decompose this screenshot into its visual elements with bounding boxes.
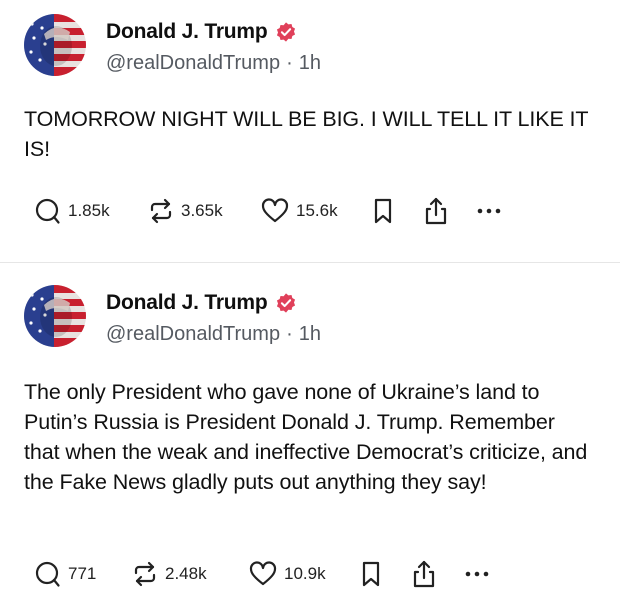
separator-dot: ·: [286, 323, 293, 345]
repost-button[interactable]: 2.48k: [131, 560, 248, 588]
avatar[interactable]: [24, 285, 86, 347]
post[interactable]: Donald J. Trump @realDonaldTrump · 1h Th…: [0, 263, 620, 605]
repost-count: 2.48k: [165, 564, 207, 583]
action-bar: 771 2.48k 10.9k: [34, 559, 491, 589]
verified-badge-icon: [275, 292, 297, 314]
avatar[interactable]: [24, 14, 86, 76]
share-icon: [423, 196, 449, 226]
more-options-button[interactable]: [475, 206, 503, 216]
reply-button[interactable]: 771: [34, 560, 131, 588]
bookmark-button[interactable]: [359, 560, 411, 588]
bookmark-icon: [371, 197, 395, 225]
action-bar: 1.85k 3.65k 15.6k: [34, 196, 503, 226]
verified-badge-icon: [275, 21, 297, 43]
timestamp: 1h: [298, 323, 321, 345]
heart-icon: [260, 197, 290, 225]
handle[interactable]: @realDonaldTrump: [106, 323, 280, 346]
bookmark-button[interactable]: [371, 197, 423, 225]
share-button[interactable]: [411, 559, 463, 589]
like-count: 15.6k: [296, 201, 338, 220]
more-icon: [475, 206, 503, 216]
repost-icon: [147, 197, 175, 225]
heart-icon: [248, 560, 278, 588]
bookmark-icon: [359, 560, 383, 588]
repost-button[interactable]: 3.65k: [147, 197, 260, 225]
post-text: TOMORROW NIGHT WILL BE BIG. I WILL TELL …: [24, 107, 589, 161]
separator-dot: ·: [286, 52, 293, 74]
like-count: 10.9k: [284, 564, 326, 583]
reply-icon: [34, 197, 62, 225]
post[interactable]: Donald J. Trump @realDonaldTrump · 1h TO…: [0, 0, 620, 262]
display-name[interactable]: Donald J. Trump: [106, 291, 268, 315]
display-name[interactable]: Donald J. Trump: [106, 20, 268, 44]
post-header: Donald J. Trump @realDonaldTrump · 1h: [24, 285, 321, 347]
share-button[interactable]: [423, 196, 475, 226]
share-icon: [411, 559, 437, 589]
reply-count: 1.85k: [68, 201, 110, 220]
handle[interactable]: @realDonaldTrump: [106, 52, 280, 75]
repost-count: 3.65k: [181, 201, 223, 220]
timestamp: 1h: [298, 52, 321, 74]
repost-icon: [131, 560, 159, 588]
like-button[interactable]: 10.9k: [248, 560, 359, 588]
more-icon: [463, 569, 491, 579]
reply-icon: [34, 560, 62, 588]
post-header: Donald J. Trump @realDonaldTrump · 1h: [24, 14, 321, 76]
reply-button[interactable]: 1.85k: [34, 197, 147, 225]
reply-count: 771: [68, 564, 97, 583]
like-button[interactable]: 15.6k: [260, 197, 371, 225]
post-text: The only President who gave none of Ukra…: [24, 380, 588, 494]
more-options-button[interactable]: [463, 569, 491, 579]
